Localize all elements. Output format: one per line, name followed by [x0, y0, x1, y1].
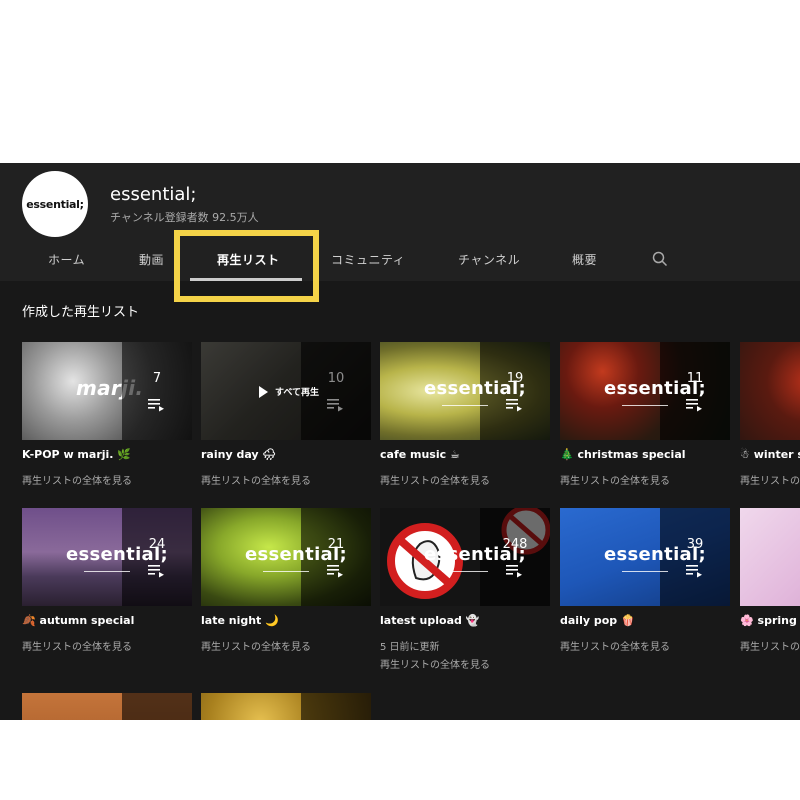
logo-underline — [263, 571, 309, 572]
highlight-box — [174, 230, 319, 302]
view-full-playlist-link[interactable]: 再生リストの全体を見る — [22, 638, 132, 653]
playlist-thumbnail[interactable]: 10 すべて再生 — [201, 342, 371, 440]
playlist-thumbnail[interactable]: 24 essential; — [22, 508, 192, 606]
playlist-count-panel — [122, 693, 192, 720]
logo-underline — [442, 405, 488, 406]
playlist-thumbnail[interactable] — [201, 693, 371, 720]
playlist-thumbnail[interactable]: 21 essential; — [201, 508, 371, 606]
tab-videos[interactable]: 動画 — [139, 251, 164, 268]
logo-underline — [84, 571, 130, 572]
channel-name: essential; — [110, 184, 197, 205]
view-full-playlist-link[interactable]: 再生リストの全体を見る — [201, 472, 311, 487]
playlist-thumbnail[interactable]: 248 essential; — [380, 508, 550, 606]
channel-avatar[interactable]: essential; — [22, 171, 88, 237]
playlist-title[interactable]: latest upload 👻 — [380, 614, 479, 627]
playlist-thumbnail[interactable]: 19 essential; — [380, 342, 550, 440]
video-count: 7 — [152, 371, 162, 386]
play-all-label: すべて再生 — [275, 388, 320, 398]
tab-channels[interactable]: チャンネル — [458, 251, 520, 268]
playlist-count-panel — [301, 693, 371, 720]
view-full-playlist-link[interactable]: 再生リストの全体を見る — [560, 638, 670, 653]
playlist-title[interactable]: 🍂 autumn special — [22, 614, 134, 627]
view-full-playlist-link[interactable]: 再生リストの全体を見る — [380, 656, 490, 671]
playlist-icon — [686, 399, 702, 412]
avatar-logo-text: essential; — [26, 197, 84, 211]
playlist-icon — [327, 565, 343, 578]
playlist-thumbnail[interactable]: 11 essential; — [560, 342, 730, 440]
section-title: 作成した再生リスト — [22, 305, 140, 320]
view-full-playlist-link[interactable]: 再生リストの全体を見る — [201, 638, 311, 653]
tab-home[interactable]: ホーム — [48, 251, 85, 268]
playlist-title[interactable]: daily pop 🍿 — [560, 614, 635, 627]
thumbnail-logo: essential; — [66, 544, 168, 565]
play-all-overlay[interactable]: すべて再生 — [201, 342, 371, 440]
channel-header: essential; essential; チャンネル登録者数 92.5万人 ホ… — [0, 163, 800, 281]
playlist-icon — [506, 399, 522, 412]
playlist-title[interactable]: cafe music ☕ — [380, 448, 460, 461]
logo-underline — [622, 571, 668, 572]
view-full-playlist-link[interactable]: 再生リストの全体を見る — [740, 472, 800, 487]
search-icon[interactable] — [652, 251, 668, 267]
thumbnail-logo: essential; — [604, 378, 706, 399]
playlist-thumbnail[interactable] — [740, 342, 800, 440]
logo-underline — [622, 405, 668, 406]
playlist-title[interactable]: ☃ winter s — [740, 448, 800, 461]
thumbnail-logo: essential; — [604, 544, 706, 565]
playlist-thumbnail[interactable]: marji. 7 — [22, 342, 192, 440]
channel-tabs: ホーム 動画 再生リスト コミュニティ チャンネル 概要 — [0, 249, 800, 281]
tab-community[interactable]: コミュニティ — [331, 251, 405, 268]
playlist-icon — [506, 565, 522, 578]
playlist-icon — [148, 565, 164, 578]
updated-label: 5 日前に更新 — [380, 642, 440, 653]
youtube-app: essential; essential; チャンネル登録者数 92.5万人 ホ… — [0, 163, 800, 720]
playlist-title[interactable]: 🎄 christmas special — [560, 448, 686, 461]
tab-about[interactable]: 概要 — [572, 251, 597, 268]
playlist-thumbnail[interactable] — [22, 693, 192, 720]
playlist-icon — [148, 399, 164, 412]
view-full-playlist-link[interactable]: 再生リストの全体を見る — [380, 472, 490, 487]
playlist-title[interactable]: rainy day 🌧 — [201, 448, 276, 461]
subscriber-count: チャンネル登録者数 92.5万人 — [110, 211, 259, 224]
thumbnail-logo: essential; — [424, 544, 526, 565]
playlist-count-panel: 7 — [122, 342, 192, 440]
view-full-playlist-link[interactable]: 再生リストの全体を見る — [740, 638, 800, 653]
play-icon — [259, 386, 268, 398]
thumbnail-logo: essential; — [245, 544, 347, 565]
thumbnail-logo: essential; — [424, 378, 526, 399]
view-full-playlist-link[interactable]: 再生リストの全体を見る — [22, 472, 132, 487]
playlist-thumbnail[interactable]: 39 essential; — [560, 508, 730, 606]
playlist-title[interactable]: K-POP w marji. 🌿 — [22, 448, 131, 461]
logo-underline — [442, 571, 488, 572]
playlist-title[interactable]: late night 🌙 — [201, 614, 279, 627]
playlist-icon — [686, 565, 702, 578]
playlist-thumbnail[interactable] — [740, 508, 800, 606]
playlist-title[interactable]: 🌸 spring s — [740, 614, 800, 627]
view-full-playlist-link[interactable]: 再生リストの全体を見る — [560, 472, 670, 487]
